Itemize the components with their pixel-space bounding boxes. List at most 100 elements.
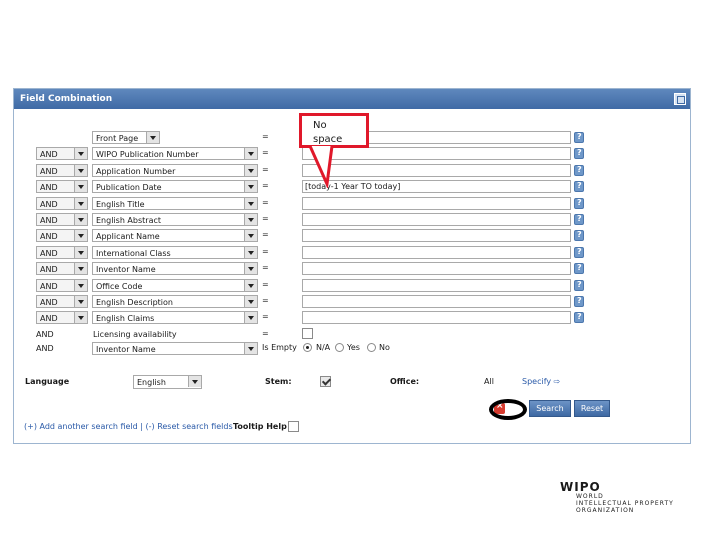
help-icon[interactable] [574,263,584,275]
stem-checkbox[interactable] [320,376,331,387]
chevron-down-icon[interactable] [74,246,87,258]
operator-select[interactable]: AND [36,196,88,210]
chevron-down-icon[interactable] [74,263,87,275]
field-select[interactable]: International Class [92,245,258,259]
field-select[interactable]: English Title [92,196,258,210]
chevron-down-icon[interactable] [74,312,87,324]
relation-label: = [262,197,269,207]
field-select[interactable]: Application Number [92,163,258,177]
help-icon[interactable] [574,214,584,225]
search-value-input[interactable] [302,196,571,210]
chevron-down-icon[interactable] [74,148,87,160]
operator-select[interactable]: AND [36,180,88,194]
chevron-down-icon[interactable] [74,181,87,193]
chevron-down-icon[interactable] [244,164,257,176]
field-select[interactable]: Inventor Name [92,262,258,276]
help-icon[interactable] [574,181,584,193]
specify-link[interactable]: Specify ⇨ [522,377,560,386]
chevron-down-icon[interactable] [244,296,257,307]
chevron-down-icon[interactable] [244,214,257,225]
search-value-input[interactable] [302,245,571,259]
field-select[interactable]: English Abstract [92,213,258,226]
chevron-down-icon[interactable] [74,164,87,176]
operator-value: AND [40,232,58,242]
operator-select[interactable]: AND [36,229,88,243]
chevron-down-icon[interactable] [74,230,87,242]
radio-yes[interactable] [335,343,344,352]
tooltip-help-checkbox[interactable] [288,421,299,432]
window-icon[interactable] [674,93,686,105]
search-field-row: AND English Description = [14,295,690,310]
operator-select[interactable]: AND [36,262,88,276]
search-value-input[interactable] [302,163,571,177]
operator-select[interactable]: AND [36,245,88,259]
search-value-input[interactable] [302,180,571,194]
wipo-line-2: INTELLECTUAL PROPERTY [576,500,674,507]
field-select-value: English Title [96,199,145,209]
field-select[interactable]: English Claims [92,311,258,325]
help-icon[interactable] [574,279,584,291]
field-select[interactable]: Office Code [92,278,258,292]
search-value-input[interactable] [302,229,571,243]
reset-search-fields-link[interactable]: (-) Reset search fields [146,422,233,431]
language-select[interactable]: English [133,375,202,389]
operator-select[interactable]: AND [36,295,88,308]
chevron-down-icon[interactable] [74,279,87,291]
help-icon[interactable] [574,164,584,176]
chevron-down-icon[interactable] [74,197,87,209]
help-icon[interactable] [574,132,584,143]
help-icon[interactable] [574,230,584,242]
search-button[interactable]: Search [529,400,571,417]
chevron-down-icon[interactable] [244,263,257,275]
help-icon[interactable] [574,296,584,307]
chevron-down-icon[interactable] [244,148,257,160]
chevron-down-icon[interactable] [244,246,257,258]
search-value-input[interactable] [302,213,571,226]
relation-label: = [262,296,269,305]
relation-label: = [262,246,269,256]
field-select-value: Inventor Name [96,265,156,275]
search-value-input[interactable] [302,262,571,276]
operator-select[interactable]: AND [36,163,88,177]
search-value-input[interactable] [302,311,571,325]
radio-no[interactable] [367,343,376,352]
add-search-field-link[interactable]: (+) Add another search field [24,422,138,431]
licensing-checkbox[interactable] [302,328,313,339]
search-value-input[interactable] [302,278,571,292]
radio-na[interactable] [303,343,312,352]
operator-select[interactable]: AND [36,147,88,161]
chevron-down-icon[interactable] [244,312,257,324]
tooltip-help-label: Tooltip Help [233,422,287,431]
chevron-down-icon[interactable] [74,296,87,307]
field-select[interactable]: English Description [92,295,258,308]
inventor-field-select[interactable]: Inventor Name [92,342,258,355]
chevron-down-icon[interactable] [244,181,257,193]
operator-select[interactable]: AND [36,311,88,325]
operator-select[interactable]: AND [36,278,88,292]
chevron-down-icon[interactable] [244,197,257,209]
operator-select[interactable]: AND [36,213,88,226]
operator-value: AND [40,314,58,324]
operator-value: AND [40,150,58,160]
stem-label: Stem: [265,377,292,386]
help-icon[interactable] [574,246,584,258]
field-select[interactable]: Applicant Name [92,229,258,243]
chevron-down-icon[interactable] [188,376,201,387]
chevron-down-icon[interactable] [244,230,257,242]
help-icon[interactable] [574,148,584,160]
search-value-input[interactable] [302,295,571,308]
highlight-ellipse [489,399,527,420]
help-icon[interactable] [574,197,584,209]
chevron-down-icon[interactable] [244,279,257,291]
help-icon[interactable] [574,312,584,324]
field-select[interactable]: Front Page [92,131,160,144]
search-value-input[interactable] [302,147,571,161]
annotation-callout: No space [299,113,369,148]
chevron-down-icon[interactable] [74,214,87,225]
field-select[interactable]: WIPO Publication Number [92,147,258,161]
field-select[interactable]: Publication Date [92,180,258,194]
chevron-down-icon[interactable] [146,132,159,143]
reset-button[interactable]: Reset [574,400,610,417]
chevron-down-icon[interactable] [244,343,257,354]
relation-label: = [262,148,269,158]
